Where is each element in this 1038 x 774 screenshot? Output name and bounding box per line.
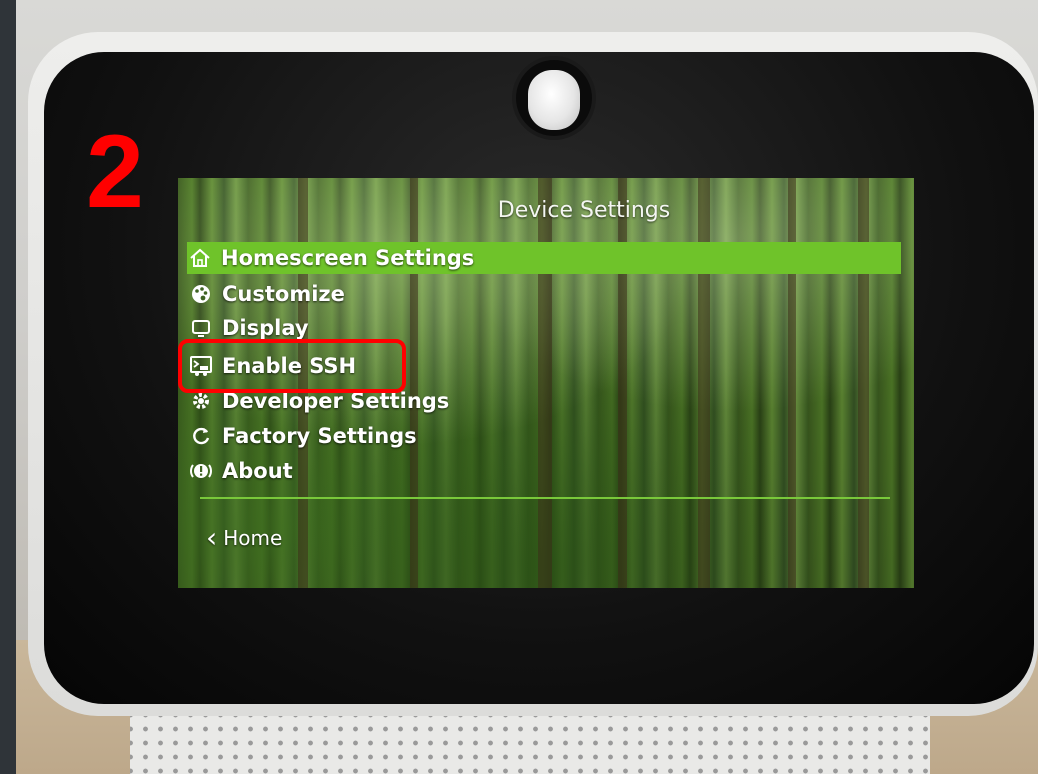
menu-divider — [200, 497, 890, 499]
menu-item-label: Display — [222, 316, 309, 340]
camera-shutter — [528, 70, 580, 130]
step-number-annotation: 2 — [86, 114, 144, 230]
tree-trunk — [858, 178, 869, 588]
enable-ssh-highlight — [178, 339, 406, 393]
chevron-left-icon: ‹ — [206, 521, 218, 554]
home-back-label: Home — [223, 526, 283, 550]
tree-trunk — [618, 178, 627, 588]
refresh-icon — [188, 423, 214, 449]
tree-trunk — [410, 178, 418, 588]
menu-item-label: Customize — [222, 282, 345, 306]
menu-item-customize[interactable]: Customize — [188, 278, 345, 310]
menu-item-label: Homescreen Settings — [221, 246, 475, 270]
home-icon — [187, 245, 213, 271]
palette-icon — [188, 281, 214, 307]
menu-item-label: Factory Settings — [222, 424, 417, 448]
home-back-button[interactable]: ‹ Home — [206, 524, 282, 552]
menu-item-about[interactable]: About — [188, 455, 293, 487]
tree-trunk — [698, 178, 710, 588]
menu-item-factory-settings[interactable]: Factory Settings — [188, 420, 417, 452]
screen-title: Device Settings — [497, 198, 671, 223]
menu-item-label: About — [222, 459, 293, 483]
tree-trunk — [538, 178, 552, 588]
menu-item-homescreen-settings[interactable]: Homescreen Settings — [187, 242, 901, 274]
window-left-edge — [0, 0, 16, 774]
tree-trunk — [788, 178, 796, 588]
info-icon — [188, 458, 214, 484]
display-icon — [188, 315, 214, 341]
